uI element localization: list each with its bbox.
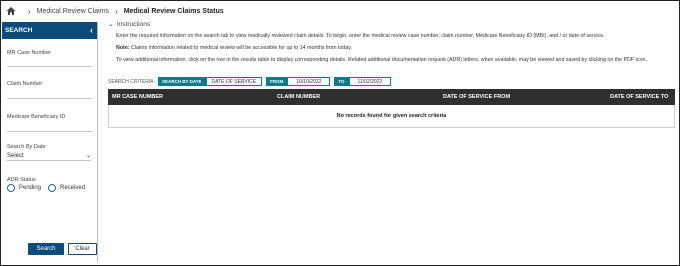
instructions-line-1: Enter the required information on the se… — [116, 33, 605, 39]
mbi-underline — [7, 131, 93, 132]
page-frame: › Medical Review Claims › Medical Review… — [0, 0, 680, 266]
column-header-claim-number[interactable]: CLAIM NUMBER — [277, 94, 320, 100]
search-button[interactable]: Search — [28, 243, 64, 255]
breadcrumb-item-current: Medical Review Claims Status — [123, 7, 224, 15]
pending-label[interactable]: Pending — [19, 185, 41, 191]
chevron-down-icon: ⌄ — [108, 21, 114, 28]
from-date-chip: 10/10/2022 — [287, 77, 331, 86]
table-header: MR CASE NUMBER CLAIM NUMBER DATE OF SERV… — [108, 89, 675, 105]
instructions-line-2: Note: Claims information related to medi… — [116, 45, 352, 51]
empty-results-row: No records found for given search criter… — [108, 105, 675, 128]
search-sidebar: SEARCH ‹ MR Case Number Claim Number Med… — [2, 22, 98, 262]
column-header-date-of-service-from[interactable]: DATE OF SERVICE FROM — [443, 94, 510, 100]
mr-case-number-underline — [7, 66, 93, 67]
column-header-mr-case-number[interactable]: MR CASE NUMBER — [112, 94, 163, 100]
mr-case-number-field[interactable]: MR Case Number — [7, 50, 51, 56]
home-icon[interactable] — [6, 6, 16, 16]
chevron-right-icon: › — [115, 6, 118, 16]
search-by-date-value: Select — [7, 152, 24, 159]
breadcrumb-item-medical-review-claims[interactable]: Medical Review Claims — [37, 8, 109, 15]
mbi-field[interactable]: Medicare Beneficiary ID — [7, 114, 65, 120]
search-criteria-bar: SEARCH CRITERIA: SEARCH BY DATE DATE OF … — [108, 77, 392, 86]
adr-status-radio-group: Pending Received — [7, 184, 92, 192]
search-by-date-chip: SEARCH BY DATE — [157, 77, 206, 86]
to-date-chip: 11/02/2022 — [348, 77, 392, 86]
received-radio[interactable] — [48, 184, 57, 192]
instructions-label: Instructions — [116, 20, 151, 28]
instructions-line-3: To view additional information, click on… — [116, 57, 647, 63]
clear-button[interactable]: Clear — [68, 243, 97, 255]
note-text: Claims information related to medical re… — [129, 45, 353, 51]
chevron-right-icon: › — [28, 6, 31, 16]
note-label: Note: — [116, 45, 130, 51]
date-type-chip: DATE OF SERVICE — [205, 77, 263, 86]
results-table: MR CASE NUMBER CLAIM NUMBER DATE OF SERV… — [108, 89, 675, 128]
column-header-date-of-service-to[interactable]: DATE OF SERVICE TO — [610, 94, 668, 100]
to-chip-label: TO — [334, 77, 349, 86]
search-by-date-label: Search By Date — [7, 144, 46, 150]
claim-number-field[interactable]: Claim Number — [7, 81, 42, 87]
pending-radio[interactable] — [7, 184, 15, 192]
search-by-date-select[interactable]: Select ⌄ — [7, 151, 91, 161]
claim-number-underline — [7, 98, 93, 99]
from-chip-label: FROM — [266, 77, 288, 86]
sidebar-title: SEARCH — [5, 27, 33, 34]
search-criteria-label: SEARCH CRITERIA: — [108, 78, 155, 85]
instructions-toggle[interactable]: ⌄ Instructions — [108, 20, 151, 29]
adr-status-label: ADR Status — [7, 177, 36, 183]
sidebar-header: SEARCH ‹ — [2, 22, 97, 39]
chevron-left-icon[interactable]: ‹ — [90, 26, 93, 35]
chevron-down-icon: ⌄ — [85, 153, 91, 159]
breadcrumb: › Medical Review Claims › Medical Review… — [6, 4, 224, 18]
received-label[interactable]: Received — [60, 185, 85, 191]
